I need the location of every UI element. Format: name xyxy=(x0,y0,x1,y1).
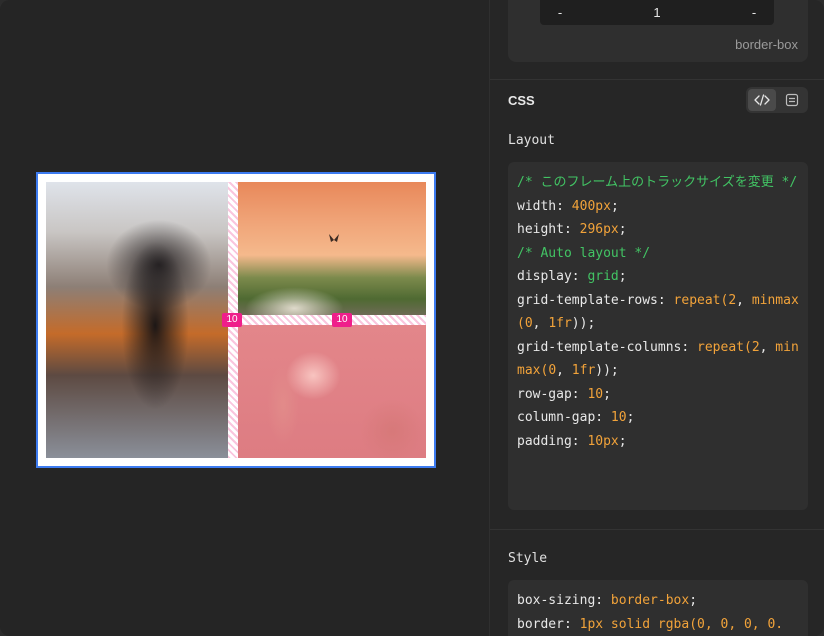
code-token: /* このフレーム上のトラックサイズを変更 */ xyxy=(517,175,798,190)
code-token: grid xyxy=(587,269,619,284)
layout-css-code-block[interactable]: /* このフレーム上のトラックサイズを変更 */width: 400px; hei… xyxy=(508,162,808,510)
code-token: 400px xyxy=(571,198,611,214)
butterfly-icon xyxy=(329,234,339,242)
code-icon xyxy=(754,94,770,106)
code-token: )); xyxy=(595,363,619,378)
list-icon xyxy=(785,93,799,107)
code-line: width: 400px; xyxy=(517,195,799,219)
code-line: height: 296px; xyxy=(517,218,799,242)
code-token: width: xyxy=(517,198,572,214)
style-css-code-block[interactable]: box-sizing: border-box; border: 1px solid… xyxy=(508,580,808,636)
border-width-stepper[interactable]: - 1 - xyxy=(540,0,774,25)
code-token: border: xyxy=(517,616,580,632)
code-token: ; xyxy=(618,222,627,237)
code-line: border: 1px solid rgba(0, 0, 0, 0. xyxy=(517,613,799,636)
code-token: )); xyxy=(571,316,596,331)
code-token: 2 xyxy=(728,292,737,308)
code-token: , xyxy=(736,292,752,308)
layout-subsection-title: Layout xyxy=(508,133,555,148)
list-view-button[interactable] xyxy=(778,89,806,111)
code-token: 296px xyxy=(579,222,619,237)
app-window: 10 10 - 1 - border-box CSS Layout /* このフ… xyxy=(0,0,824,636)
code-line: padding: 10px; xyxy=(517,430,799,454)
code-token: repeat( xyxy=(673,292,729,308)
style-subsection-title: Style xyxy=(508,551,548,566)
box-model-card: - 1 - border-box xyxy=(508,0,808,62)
code-line: /* Auto layout */ xyxy=(517,242,799,266)
grid-image-landscape[interactable] xyxy=(238,182,426,315)
code-line: row-gap: 10; xyxy=(517,383,799,407)
code-token: height: xyxy=(517,222,580,237)
code-token: 1fr xyxy=(571,363,596,378)
code-token: 1px solid rgba(0, 0, 0, 0. xyxy=(579,616,784,632)
row-gap-badge: 10 xyxy=(332,313,352,327)
code-token: repeat( xyxy=(697,339,752,355)
code-token: , xyxy=(759,339,776,355)
grid-image-hands[interactable] xyxy=(238,325,426,458)
code-token: 10px xyxy=(587,433,619,449)
inspector-panel: - 1 - border-box CSS Layout /* このフレーム上のト… xyxy=(489,0,824,636)
code-token: display: xyxy=(517,269,588,284)
code-token: ; xyxy=(610,198,619,214)
code-token: border-box xyxy=(610,593,690,608)
code-line: column-gap: 10; xyxy=(517,406,799,430)
code-token: ; xyxy=(626,410,635,425)
code-token: 0 xyxy=(548,363,557,378)
code-token: , xyxy=(532,316,549,331)
code-line: grid-template-columns: repeat(2, minmax(… xyxy=(517,336,799,383)
section-divider xyxy=(490,79,824,80)
code-token: 0 xyxy=(524,316,533,331)
code-token: row-gap: xyxy=(517,386,588,402)
selected-grid-frame[interactable]: 10 10 xyxy=(36,172,436,468)
code-token: ; xyxy=(618,433,627,449)
code-token: 10 xyxy=(587,386,604,402)
code-token: ; xyxy=(618,269,627,284)
code-line: display: grid; xyxy=(517,265,799,289)
code-token: /* Auto layout */ xyxy=(517,245,651,261)
box-sizing-label: border-box xyxy=(735,37,798,52)
code-token: box-sizing: xyxy=(517,593,611,608)
code-token: ; xyxy=(603,386,611,402)
code-token: grid-template-columns: xyxy=(517,339,698,355)
stepper-right-value[interactable]: - xyxy=(734,5,774,20)
code-token: padding: xyxy=(517,433,588,449)
stepper-left-value[interactable]: - xyxy=(540,5,580,20)
css-view-toggle[interactable] xyxy=(746,87,808,113)
code-token: column-gap: xyxy=(517,410,611,425)
code-view-button[interactable] xyxy=(748,89,776,111)
design-canvas[interactable]: 10 10 xyxy=(0,0,489,636)
code-token: ; xyxy=(689,593,698,608)
css-section-title: CSS xyxy=(508,93,535,108)
section-divider xyxy=(490,529,824,530)
grid-image-portrait[interactable] xyxy=(46,182,228,458)
code-line: grid-template-rows: repeat(2, minmax(0, … xyxy=(517,289,799,336)
stepper-center-value[interactable]: 1 xyxy=(580,5,734,20)
column-gap-badge: 10 xyxy=(222,313,242,327)
code-token: grid-template-rows: xyxy=(517,292,674,308)
code-token: , xyxy=(556,363,572,378)
code-line: box-sizing: border-box; xyxy=(517,589,799,613)
code-token: 2 xyxy=(751,339,760,355)
code-line: /* このフレーム上のトラックサイズを変更 */ xyxy=(517,171,799,195)
code-token: 10 xyxy=(610,410,627,425)
row-gap-indicator xyxy=(228,315,426,325)
code-token: 1fr xyxy=(548,316,572,331)
